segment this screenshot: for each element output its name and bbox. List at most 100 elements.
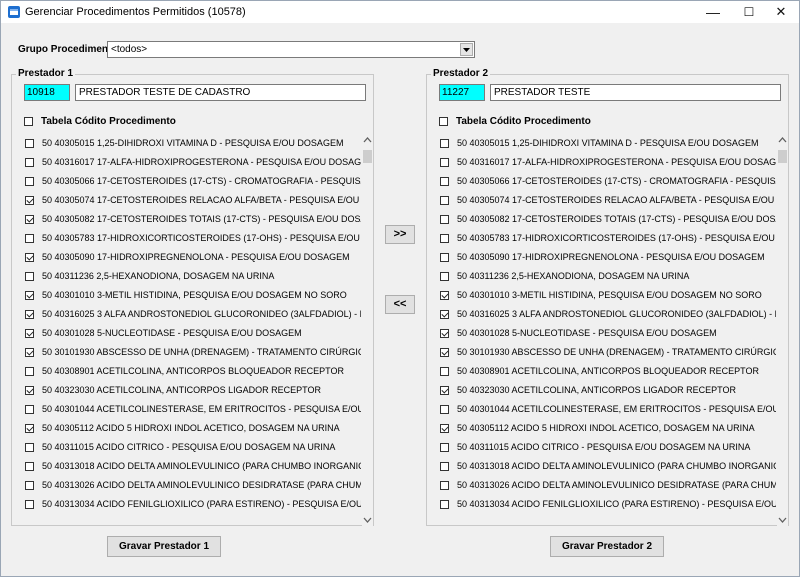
procedure-checkbox[interactable]	[440, 424, 449, 433]
list-item[interactable]: 50 40301028 5-NUCLEOTIDASE - PESQUISA E/…	[437, 324, 776, 343]
procedure-checkbox[interactable]	[25, 348, 34, 357]
prestador1-name-field[interactable]: PRESTADOR TESTE DE CADASTRO	[75, 84, 366, 101]
list-item[interactable]: 50 40305066 17-CETOSTEROIDES (17-CTS) - …	[437, 172, 776, 191]
list-item[interactable]: 50 40313018 ACIDO DELTA AMINOLEVULINICO …	[437, 457, 776, 476]
procedure-checkbox[interactable]	[25, 158, 34, 167]
procedure-checkbox[interactable]	[25, 424, 34, 433]
procedure-checkbox[interactable]	[25, 215, 34, 224]
prestador1-code-field[interactable]: 10918	[24, 84, 70, 101]
procedure-checkbox[interactable]	[440, 386, 449, 395]
list-item[interactable]: 50 40305015 1,25-DIHIDROXI VITAMINA D - …	[437, 134, 776, 153]
procedure-checkbox[interactable]	[25, 443, 34, 452]
list-item[interactable]: 50 40313026 ACIDO DELTA AMINOLEVULINICO …	[22, 476, 361, 495]
procedure-checkbox[interactable]	[440, 177, 449, 186]
prestador2-select-all-checkbox[interactable]	[439, 117, 448, 126]
move-right-button[interactable]: >>	[385, 225, 415, 244]
list-item[interactable]: 50 40323030 ACETILCOLINA, ANTICORPOS LIG…	[437, 381, 776, 400]
list-item[interactable]: 50 40305112 ACIDO 5 HIDROXI INDOL ACETIC…	[437, 419, 776, 438]
list-item[interactable]: 50 40311015 ACIDO CITRICO - PESQUISA E/O…	[22, 438, 361, 457]
combo-dropdown-button[interactable]	[460, 43, 473, 56]
close-button[interactable]: ✕	[764, 1, 798, 23]
procedure-checkbox[interactable]	[25, 177, 34, 186]
procedure-checkbox[interactable]	[25, 139, 34, 148]
list-item[interactable]: 50 40305015 1,25-DIHIDROXI VITAMINA D - …	[22, 134, 361, 153]
procedure-checkbox[interactable]	[25, 310, 34, 319]
list-item[interactable]: 50 40316017 17-ALFA-HIDROXIPROGESTERONA …	[22, 153, 361, 172]
list-item[interactable]: 50 40311015 ACIDO CITRICO - PESQUISA E/O…	[437, 438, 776, 457]
scroll-up-icon[interactable]	[777, 134, 788, 146]
list-item[interactable]: 50 40308901 ACETILCOLINA, ANTICORPOS BLO…	[437, 362, 776, 381]
procedure-checkbox[interactable]	[25, 462, 34, 471]
list-item[interactable]: 50 40311236 2,5-HEXANODIONA, DOSAGEM NA …	[22, 267, 361, 286]
list-item[interactable]: 50 40308901 ACETILCOLINA, ANTICORPOS BLO…	[22, 362, 361, 381]
list-item[interactable]: 50 40305112 ACIDO 5 HIDROXI INDOL ACETIC…	[22, 419, 361, 438]
procedure-checkbox[interactable]	[25, 253, 34, 262]
list-item[interactable]: 50 40311236 2,5-HEXANODIONA, DOSAGEM NA …	[437, 267, 776, 286]
procedure-checkbox[interactable]	[440, 253, 449, 262]
procedure-checkbox[interactable]	[25, 500, 34, 509]
prestador1-select-all-checkbox[interactable]	[24, 117, 33, 126]
list-item[interactable]: 50 40305783 17-HIDROXICORTICOSTEROIDES (…	[437, 229, 776, 248]
procedure-checkbox[interactable]	[440, 291, 449, 300]
grupo-procedimento-select[interactable]: <todos>	[107, 41, 475, 58]
list-item[interactable]: 50 40313034 ACIDO FENILGLIOXILICO (PARA …	[437, 495, 776, 514]
procedure-checkbox[interactable]	[25, 481, 34, 490]
list-item[interactable]: 50 40316017 17-ALFA-HIDROXIPROGESTERONA …	[437, 153, 776, 172]
procedure-checkbox[interactable]	[25, 196, 34, 205]
list-item[interactable]: 50 40305082 17-CETOSTEROIDES TOTAIS (17-…	[22, 210, 361, 229]
procedure-checkbox[interactable]	[440, 500, 449, 509]
procedure-checkbox[interactable]	[25, 367, 34, 376]
procedure-checkbox[interactable]	[25, 405, 34, 414]
prestador2-scroll-thumb[interactable]	[778, 150, 787, 163]
prestador2-name-field[interactable]: PRESTADOR TESTE	[490, 84, 781, 101]
list-item[interactable]: 50 40301044 ACETILCOLINESTERASE, EM ERIT…	[22, 400, 361, 419]
gravar-prestador1-button[interactable]: Gravar Prestador 1	[107, 536, 221, 557]
procedure-checkbox[interactable]	[440, 367, 449, 376]
procedure-checkbox[interactable]	[440, 481, 449, 490]
procedure-checkbox[interactable]	[440, 405, 449, 414]
list-item[interactable]: 50 40305066 17-CETOSTEROIDES (17-CTS) - …	[22, 172, 361, 191]
list-item[interactable]: 50 40305090 17-HIDROXIPREGNENOLONA - PES…	[437, 248, 776, 267]
scroll-up-icon[interactable]	[362, 134, 373, 146]
list-item[interactable]: 50 40313026 ACIDO DELTA AMINOLEVULINICO …	[437, 476, 776, 495]
prestador1-scroll-thumb[interactable]	[363, 150, 372, 163]
procedure-checkbox[interactable]	[25, 329, 34, 338]
procedure-checkbox[interactable]	[440, 272, 449, 281]
list-item[interactable]: 50 30101930 ABSCESSO DE UNHA (DRENAGEM) …	[22, 343, 361, 362]
procedure-checkbox[interactable]	[440, 196, 449, 205]
list-item[interactable]: 50 40301010 3-METIL HISTIDINA, PESQUISA …	[22, 286, 361, 305]
procedure-checkbox[interactable]	[25, 272, 34, 281]
procedure-checkbox[interactable]	[440, 234, 449, 243]
prestador2-code-field[interactable]: 11227	[439, 84, 485, 101]
procedure-checkbox[interactable]	[440, 310, 449, 319]
procedure-checkbox[interactable]	[440, 348, 449, 357]
scroll-down-icon[interactable]	[777, 514, 788, 526]
procedure-checkbox[interactable]	[25, 234, 34, 243]
list-item[interactable]: 50 40305074 17-CETOSTEROIDES RELACAO ALF…	[22, 191, 361, 210]
gravar-prestador2-button[interactable]: Gravar Prestador 2	[550, 536, 664, 557]
procedure-checkbox[interactable]	[440, 139, 449, 148]
list-item[interactable]: 50 40305074 17-CETOSTEROIDES RELACAO ALF…	[437, 191, 776, 210]
minimize-button[interactable]: —	[696, 1, 730, 23]
list-item[interactable]: 50 40313034 ACIDO FENILGLIOXILICO (PARA …	[22, 495, 361, 514]
list-item[interactable]: 50 40301044 ACETILCOLINESTERASE, EM ERIT…	[437, 400, 776, 419]
list-item[interactable]: 50 40316025 3 ALFA ANDROSTONEDIOL GLUCOR…	[437, 305, 776, 324]
procedure-checkbox[interactable]	[25, 386, 34, 395]
procedure-checkbox[interactable]	[440, 215, 449, 224]
procedure-checkbox[interactable]	[440, 443, 449, 452]
move-left-button[interactable]: <<	[385, 295, 415, 314]
list-item[interactable]: 50 40305090 17-HIDROXIPREGNENOLONA - PES…	[22, 248, 361, 267]
prestador1-scrollbar[interactable]	[362, 134, 373, 526]
list-item[interactable]: 50 40323030 ACETILCOLINA, ANTICORPOS LIG…	[22, 381, 361, 400]
list-item[interactable]: 50 40313018 ACIDO DELTA AMINOLEVULINICO …	[22, 457, 361, 476]
list-item[interactable]: 50 30101930 ABSCESSO DE UNHA (DRENAGEM) …	[437, 343, 776, 362]
prestador2-scrollbar[interactable]	[777, 134, 788, 526]
list-item[interactable]: 50 40301028 5-NUCLEOTIDASE - PESQUISA E/…	[22, 324, 361, 343]
list-item[interactable]: 50 40305082 17-CETOSTEROIDES TOTAIS (17-…	[437, 210, 776, 229]
procedure-checkbox[interactable]	[440, 329, 449, 338]
procedure-checkbox[interactable]	[25, 291, 34, 300]
maximize-button[interactable]: ☐	[732, 1, 766, 23]
procedure-checkbox[interactable]	[440, 462, 449, 471]
scroll-down-icon[interactable]	[362, 514, 373, 526]
list-item[interactable]: 50 40301010 3-METIL HISTIDINA, PESQUISA …	[437, 286, 776, 305]
